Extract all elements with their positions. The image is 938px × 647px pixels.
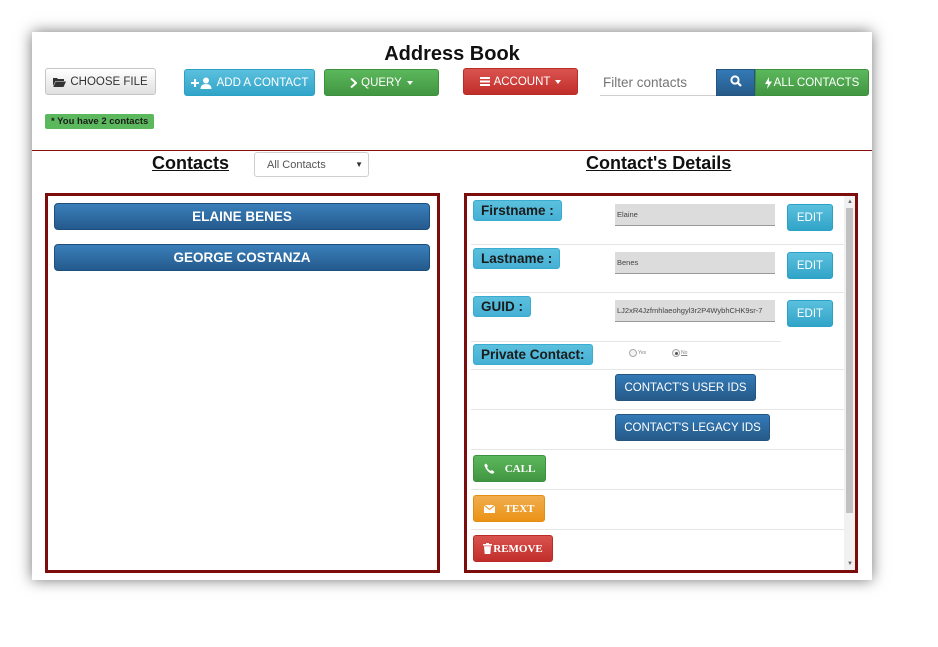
scrollbar-thumb[interactable]: [846, 208, 853, 513]
filter-contacts-input[interactable]: [600, 69, 716, 96]
contacts-title: Contacts: [152, 153, 230, 173]
account-label: ACCOUNT: [493, 75, 551, 88]
choose-file-button[interactable]: CHOOSE FILE: [45, 68, 156, 95]
radio-yes-label: Yes: [638, 350, 647, 356]
caret-down-icon: [406, 80, 413, 85]
contact-item-george-costanza[interactable]: GEORGE COSTANZA: [54, 244, 430, 271]
row-divider: [471, 489, 844, 490]
account-dropdown-button[interactable]: ACCOUNT: [463, 68, 578, 95]
lightning-icon: [764, 76, 772, 89]
private-no-option[interactable]: No: [672, 349, 687, 357]
contacts-filter-select[interactable]: All Contacts ▼: [254, 152, 369, 177]
lastname-value: Benes: [615, 252, 775, 274]
choose-file-label: CHOOSE FILE: [70, 75, 148, 88]
contact-details-panel: Firstname : Elaine EDIT Lastname : Benes…: [464, 193, 858, 573]
radio-yes[interactable]: [629, 349, 637, 357]
contacts-list-panel: ELAINE BENES GEORGE COSTANZA: [45, 193, 440, 573]
select-arrow-icon: ▼: [355, 160, 363, 169]
lastname-label: Lastname :: [473, 248, 561, 269]
row-divider: [471, 292, 844, 293]
call-button[interactable]: CALL: [473, 455, 546, 482]
row-divider: [471, 449, 844, 450]
contacts-count-badge: * You have 2 contacts: [45, 114, 155, 129]
all-contacts-button[interactable]: ALL CONTACTS: [755, 69, 869, 96]
call-label: CALL: [504, 462, 536, 475]
contacts-filter-value: All Contacts: [267, 158, 326, 171]
guid-value: LJ2xR4Jzfmhlaeohgyl3r2P4WybhCHK9sr-7: [615, 300, 775, 322]
all-contacts-label: ALL CONTACTS: [773, 76, 860, 89]
firstname-value: Elaine: [615, 204, 775, 226]
text-button[interactable]: TEXT: [473, 495, 545, 522]
row-divider: [471, 529, 844, 530]
address-book-page: Address Book CHOOSE FILE ADD A CONTACT Q…: [32, 32, 872, 580]
row-divider: [471, 369, 844, 370]
page-title: Address Book: [384, 43, 520, 65]
radio-no-label: No: [681, 350, 688, 356]
edit-firstname-button[interactable]: EDIT: [787, 204, 833, 231]
scroll-down-icon[interactable]: ▼: [847, 561, 853, 567]
contact-details-title: Contact's Details: [586, 153, 732, 173]
phone-icon: [484, 463, 495, 474]
details-scrollbar[interactable]: ▲ ▼: [844, 196, 855, 570]
trash-icon: [483, 543, 493, 554]
folder-open-icon: [53, 77, 67, 87]
row-divider: [471, 409, 844, 410]
caret-down-icon: [555, 79, 562, 84]
guid-label: GUID :: [473, 296, 531, 317]
private-yes-option[interactable]: Yes: [629, 349, 646, 357]
add-user-icon: [190, 77, 213, 89]
remove-label: REMOVE: [493, 542, 543, 555]
contact-legacy-ids-button[interactable]: CONTACT'S LEGACY IDS: [615, 414, 770, 441]
header-divider: [32, 150, 872, 151]
search-icon: [729, 75, 742, 90]
contact-user-ids-button[interactable]: CONTACT'S USER IDS: [615, 374, 756, 401]
menu-icon: [479, 77, 490, 86]
add-contact-button[interactable]: ADD A CONTACT: [184, 69, 315, 96]
remove-button[interactable]: REMOVE: [473, 535, 553, 562]
row-divider: [471, 244, 844, 245]
firstname-label: Firstname :: [473, 200, 562, 221]
edit-guid-button[interactable]: EDIT: [787, 300, 833, 327]
chevron-right-icon: [350, 77, 358, 88]
text-label: TEXT: [504, 502, 535, 515]
add-contact-label: ADD A CONTACT: [216, 76, 309, 89]
envelope-icon: [483, 504, 495, 513]
edit-lastname-button[interactable]: EDIT: [787, 252, 833, 279]
private-contact-label: Private Contact:: [473, 344, 593, 365]
row-divider: [471, 341, 781, 342]
search-button[interactable]: [716, 69, 755, 96]
contact-item-elaine-benes[interactable]: ELAINE BENES: [54, 203, 430, 230]
query-dropdown-button[interactable]: QUERY: [324, 69, 439, 96]
query-label: QUERY: [361, 76, 402, 89]
radio-no[interactable]: [672, 349, 680, 357]
scroll-up-icon[interactable]: ▲: [847, 199, 853, 205]
